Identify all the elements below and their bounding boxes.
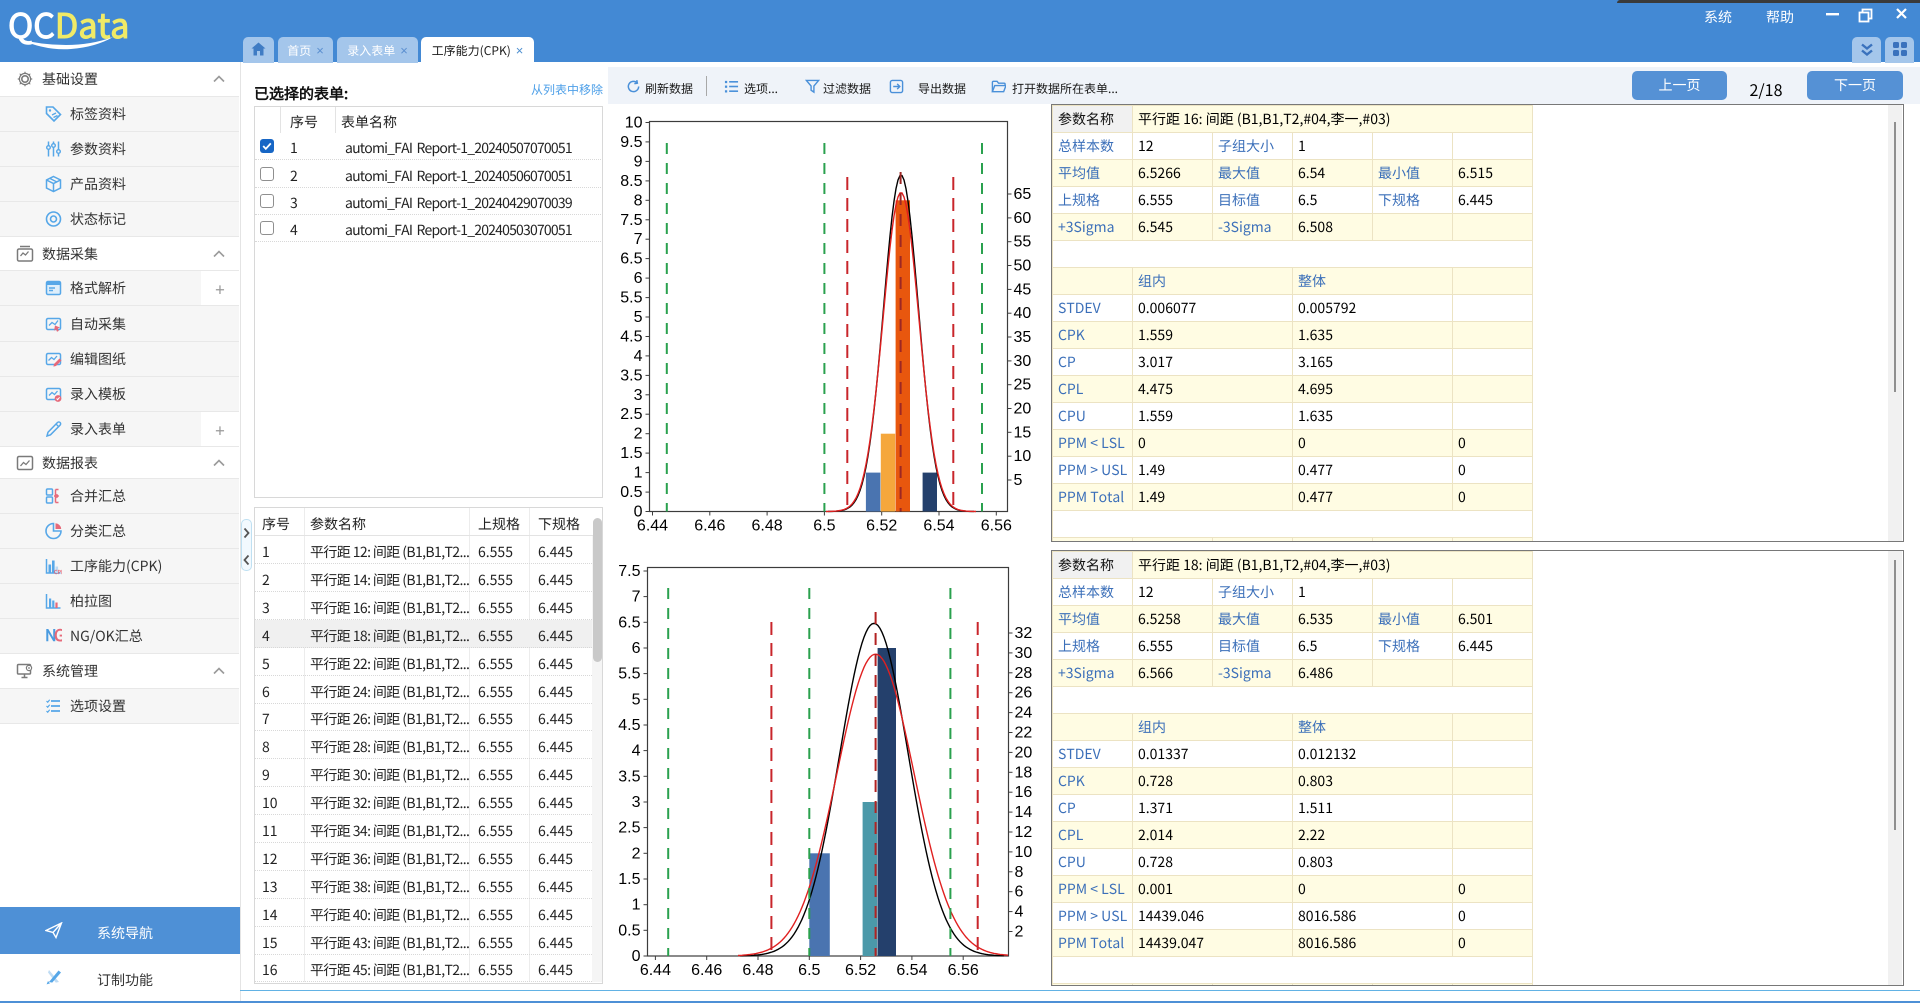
svg-text:2: 2 — [1015, 924, 1024, 941]
svg-text:7: 7 — [634, 231, 643, 248]
svg-text:6.54: 6.54 — [923, 518, 954, 535]
svg-text:15: 15 — [1014, 424, 1032, 441]
svg-text:10: 10 — [625, 115, 643, 132]
svg-text:5: 5 — [632, 691, 641, 708]
svg-text:2: 2 — [632, 845, 641, 862]
svg-text:6.46: 6.46 — [691, 962, 722, 979]
svg-text:45: 45 — [1014, 281, 1032, 298]
svg-text:5: 5 — [1014, 472, 1023, 489]
svg-text:5.5: 5.5 — [620, 290, 642, 307]
svg-text:1.5: 1.5 — [620, 445, 642, 462]
svg-text:10: 10 — [1014, 448, 1032, 465]
svg-text:G: G — [54, 628, 62, 645]
svg-text:7: 7 — [632, 589, 641, 606]
svg-text:6.56: 6.56 — [981, 518, 1012, 535]
svg-text:4: 4 — [1015, 904, 1024, 921]
svg-text:7.5: 7.5 — [620, 212, 642, 229]
svg-text:6.52: 6.52 — [845, 962, 876, 979]
svg-text:6.48: 6.48 — [752, 518, 783, 535]
svg-text:60: 60 — [1014, 210, 1032, 227]
svg-text:1.5: 1.5 — [618, 871, 640, 888]
svg-text:4.5: 4.5 — [620, 329, 642, 346]
svg-text:6: 6 — [632, 640, 641, 657]
svg-text:9: 9 — [634, 153, 643, 170]
svg-text:22: 22 — [1015, 725, 1033, 742]
svg-text:7.5: 7.5 — [618, 563, 640, 580]
svg-text:30: 30 — [1014, 353, 1032, 370]
svg-text:6: 6 — [1015, 884, 1024, 901]
svg-text:10: 10 — [1015, 844, 1033, 861]
svg-text:3: 3 — [634, 387, 643, 404]
svg-text:28: 28 — [1015, 665, 1033, 682]
svg-text:6.5: 6.5 — [798, 962, 820, 979]
svg-text:0.5: 0.5 — [620, 484, 642, 501]
svg-text:30: 30 — [1015, 645, 1033, 662]
svg-text:8: 8 — [634, 192, 643, 209]
svg-text:6: 6 — [634, 270, 643, 287]
svg-text:3: 3 — [632, 794, 641, 811]
svg-text:8.5: 8.5 — [620, 173, 642, 190]
svg-text:6.5: 6.5 — [620, 251, 642, 268]
svg-text:25: 25 — [1014, 377, 1032, 394]
svg-text:8: 8 — [1015, 864, 1024, 881]
svg-text:20: 20 — [1014, 401, 1032, 418]
svg-text:6.46: 6.46 — [694, 518, 725, 535]
svg-text:6.5: 6.5 — [618, 614, 640, 631]
svg-text:12: 12 — [1015, 824, 1033, 841]
svg-text:6.44: 6.44 — [640, 962, 671, 979]
svg-text:50: 50 — [1014, 258, 1032, 275]
svg-text:1: 1 — [634, 465, 643, 482]
svg-text:2.5: 2.5 — [618, 820, 640, 837]
svg-text:3.5: 3.5 — [618, 768, 640, 785]
svg-text:6.54: 6.54 — [896, 962, 927, 979]
svg-text:65: 65 — [1014, 186, 1032, 203]
svg-text:18: 18 — [1015, 764, 1033, 781]
svg-text:CPK: CPK — [54, 568, 62, 575]
svg-text:32: 32 — [1015, 625, 1033, 642]
svg-text:6.56: 6.56 — [948, 962, 979, 979]
svg-text:6.5: 6.5 — [813, 518, 835, 535]
svg-text:2.5: 2.5 — [620, 406, 642, 423]
svg-text:6.44: 6.44 — [637, 518, 668, 535]
svg-text:24: 24 — [1015, 705, 1033, 722]
svg-text:6.48: 6.48 — [742, 962, 773, 979]
svg-text:16: 16 — [1015, 784, 1033, 801]
svg-text:4: 4 — [634, 348, 643, 365]
svg-text:9.5: 9.5 — [620, 134, 642, 151]
svg-text:4: 4 — [632, 743, 641, 760]
svg-text:5.5: 5.5 — [618, 666, 640, 683]
svg-text:6.52: 6.52 — [866, 518, 897, 535]
svg-text:4.5: 4.5 — [618, 717, 640, 734]
svg-text:1: 1 — [632, 897, 641, 914]
svg-text:3.5: 3.5 — [620, 367, 642, 384]
svg-text:14: 14 — [1015, 804, 1033, 821]
svg-text:20: 20 — [1015, 744, 1033, 761]
svg-text:5: 5 — [634, 309, 643, 326]
svg-text:2: 2 — [634, 426, 643, 443]
svg-text:35: 35 — [1014, 329, 1032, 346]
svg-text:0.5: 0.5 — [618, 922, 640, 939]
svg-text:55: 55 — [1014, 234, 1032, 251]
svg-text:40: 40 — [1014, 305, 1032, 322]
svg-text:26: 26 — [1015, 685, 1033, 702]
